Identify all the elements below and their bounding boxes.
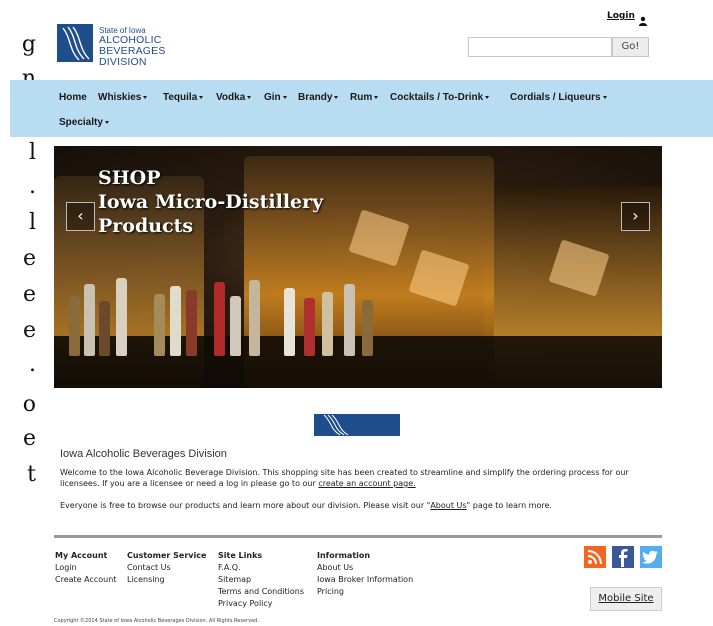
caret-down-icon [199,95,204,99]
about-paragraph-2: Everyone is free to browse our products … [60,501,552,510]
side-fragment: t [27,462,36,487]
nav-item-vodka[interactable]: Vodka [216,92,252,103]
nav-item-tequila[interactable]: Tequila [163,92,204,103]
bottles-display [64,276,384,356]
caret-down-icon [374,95,379,99]
footer-my-account: My Account Login Create Account [55,550,116,586]
footer-information: Information About Us Iowa Broker Informa… [317,550,413,598]
rss-icon[interactable] [584,546,606,568]
footer-link-faq[interactable]: F.A.Q. [218,562,304,574]
footer-customer-service: Customer Service Contact Us Licensing [127,550,206,586]
hero-line2: Iowa Micro-Distillery [98,191,324,213]
hero-line1: SHOP [98,167,161,189]
footer-link-broker-info[interactable]: Iowa Broker Information [317,574,413,586]
caret-down-icon [143,95,148,99]
user-icon[interactable] [638,11,648,26]
nav-item-brandy[interactable]: Brandy [298,92,339,103]
search-button[interactable]: Go! [612,37,649,57]
footer-divider [54,535,662,538]
about-us-link[interactable]: About Us [430,501,466,510]
logo-text: State of Iowa ALCOHOLIC BEVERAGES DIVISI… [99,26,207,68]
footer-link-sitemap[interactable]: Sitemap [218,574,304,586]
carousel-next-button[interactable]: › [621,202,650,231]
hero-carousel[interactable]: SHOP Iowa Micro-Distillery Products ‹ › [54,146,662,388]
nav-item-rum[interactable]: Rum [350,92,379,103]
footer-link-licensing[interactable]: Licensing [127,574,206,586]
caret-down-icon [485,95,490,99]
caret-down-icon [334,95,339,99]
nav-item-cordials[interactable]: Cordials / Liqueurs [510,92,607,103]
footer-link-login[interactable]: Login [55,562,116,574]
nav-item-cocktails[interactable]: Cocktails / To-Drink [390,92,490,103]
nav-item-whiskies[interactable]: Whiskies [98,92,148,103]
side-fragment: . [29,352,36,377]
site-logo[interactable]: State of Iowa ALCOHOLIC BEVERAGES DIVISI… [57,24,207,68]
nav-item-gin[interactable]: Gin [264,92,287,103]
footer-site-links: Site Links F.A.Q. Sitemap Terms and Cond… [218,550,304,610]
footer-heading: Site Links [218,551,263,560]
about-paragraph-1: Welcome to the Iowa Alcoholic Beverage D… [60,468,629,488]
footer-heading: Information [317,551,371,560]
login-link[interactable]: Login [607,11,635,21]
footer-link-create-account[interactable]: Create Account [55,574,116,586]
side-fragment: e [22,246,36,271]
caret-down-icon [602,95,607,99]
mobile-site-button[interactable]: Mobile Site [590,587,662,611]
side-fragment: e [22,282,36,307]
side-fragment: l [28,210,36,235]
logo-line2: BEVERAGES DIVISION [99,45,166,68]
footer-heading: Customer Service [127,551,207,560]
twitter-icon[interactable] [640,546,662,568]
hero-line3: Products [98,215,194,237]
side-fragment: e [22,318,36,343]
copyright-text: Copyright ©2014 State of Iowa Alcoholic … [54,618,259,624]
caret-down-icon [247,95,252,99]
footer-link-about-us[interactable]: About Us [317,562,413,574]
main-nav: Home Whiskies Tequila Vodka Gin Brandy R… [10,80,713,137]
footer-link-contact-us[interactable]: Contact Us [127,562,206,574]
side-fragment: . [29,174,36,199]
carousel-prev-button[interactable]: ‹ [66,202,95,231]
search-input[interactable] [468,37,612,57]
facebook-icon[interactable] [612,546,634,568]
side-fragment: o [22,392,36,417]
footer-link-pricing[interactable]: Pricing [317,586,413,598]
waves-logo-icon [57,24,93,62]
footer-heading: My Account [55,551,108,560]
caret-down-icon [282,95,287,99]
footer-link-terms[interactable]: Terms and Conditions [218,586,304,598]
side-fragment: e [22,426,36,451]
nav-item-home[interactable]: Home [59,92,87,103]
about-heading: Iowa Alcoholic Beverages Division [60,448,227,460]
hero-headline: SHOP Iowa Micro-Distillery Products [98,166,323,238]
caret-down-icon [104,120,109,124]
create-account-link[interactable]: create an account page. [318,479,415,488]
nav-item-specialty[interactable]: Specialty [59,117,109,128]
side-fragment: g [21,32,36,57]
side-fragment: l [28,140,36,165]
division-logo-small [314,414,400,436]
footer-link-privacy[interactable]: Privacy Policy [218,598,304,610]
